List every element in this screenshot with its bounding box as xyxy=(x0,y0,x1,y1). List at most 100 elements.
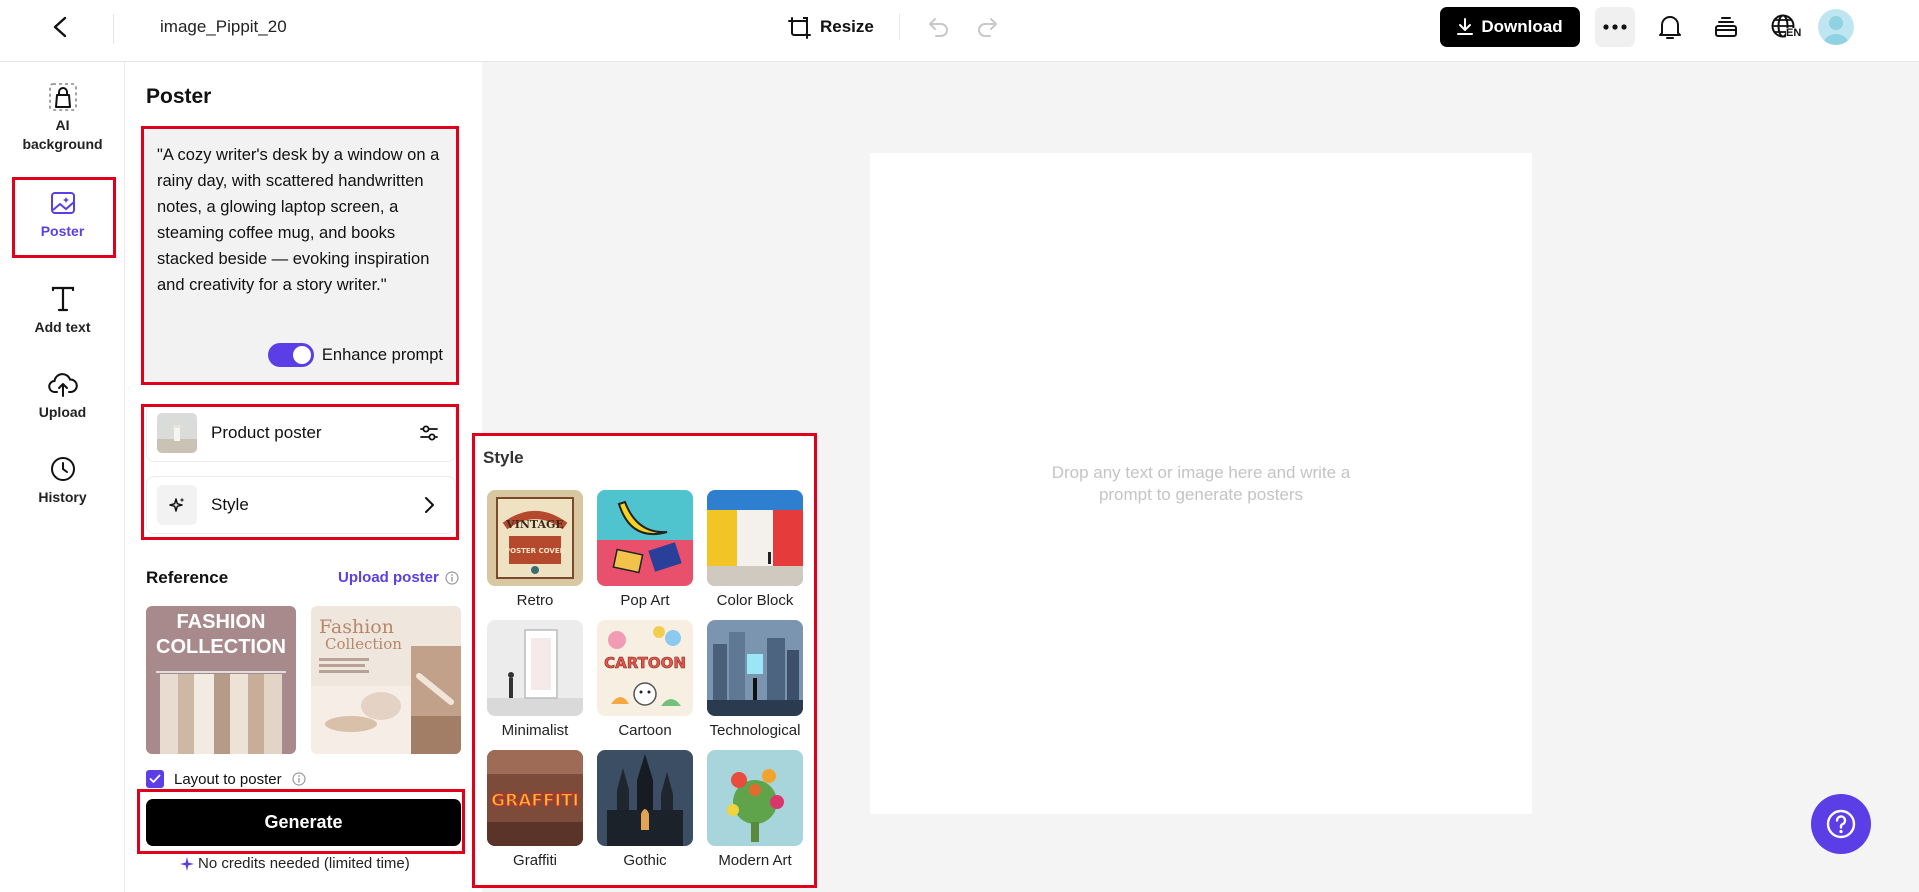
style-label: Retro xyxy=(516,592,554,609)
style-label: Cartoon xyxy=(618,722,672,739)
prompt-text[interactable]: "A cozy writer's desk by a window on a r… xyxy=(157,142,443,298)
thumbnail-text: VINTAGE xyxy=(505,518,564,531)
style-label: Graffiti xyxy=(513,852,557,869)
artboard[interactable]: Drop any text or image here and write a … xyxy=(870,153,1532,814)
reference-text: FASHION xyxy=(177,611,266,633)
reference-card[interactable]: Fashion Collection xyxy=(311,606,461,754)
toggle-knob xyxy=(292,346,311,364)
enhance-prompt-control: Enhance prompt xyxy=(267,343,443,367)
text-icon xyxy=(48,284,78,314)
help-button[interactable] xyxy=(1811,794,1871,854)
sparkle-icon xyxy=(180,856,194,871)
style-label: Style xyxy=(211,495,249,514)
thumbnail-text: CARTOON xyxy=(604,654,686,672)
resize-label: Resize xyxy=(820,17,874,36)
product-poster-option[interactable]: Product poster xyxy=(146,404,456,462)
sparkle-icon xyxy=(157,485,197,525)
credits-note-text: No credits needed (limited time) xyxy=(198,855,410,872)
resize-icon xyxy=(788,17,811,39)
layout-label: Layout to poster xyxy=(174,770,282,788)
reference-card[interactable]: FASHION COLLECTION xyxy=(146,606,296,754)
drop-hint-line2: prompt to generate posters xyxy=(1098,485,1304,504)
product-poster-label: Product poster xyxy=(211,423,322,442)
undo-button[interactable] xyxy=(924,12,954,42)
language-badge: EN xyxy=(1786,27,1802,39)
download-button[interactable]: Download xyxy=(1440,7,1580,47)
nav-label: AI background xyxy=(22,117,103,152)
upload-icon xyxy=(47,369,78,399)
more-horizontal-icon xyxy=(1603,24,1627,30)
style-thumbnail: VINTAGE POSTER COVER xyxy=(487,490,583,586)
style-option-cartoon[interactable]: CARTOON Cartoon xyxy=(597,620,693,739)
notifications-button[interactable] xyxy=(1654,11,1686,43)
user-avatar-icon xyxy=(1823,16,1849,45)
layout-checkbox[interactable] xyxy=(146,770,164,788)
download-label: Download xyxy=(1481,17,1563,36)
adjust-icon[interactable] xyxy=(417,421,441,445)
upload-poster-label: Upload poster xyxy=(338,569,439,586)
info-icon[interactable] xyxy=(445,570,459,585)
more-options-button[interactable] xyxy=(1595,7,1635,47)
style-thumbnail: GRAFFITI xyxy=(487,750,583,846)
style-option-technological[interactable]: Technological xyxy=(707,620,803,739)
layout-to-poster-option: Layout to poster xyxy=(146,770,306,788)
upload-poster-link[interactable]: Upload poster xyxy=(338,569,459,586)
style-thumbnail xyxy=(597,750,693,846)
style-option-gothic[interactable]: Gothic xyxy=(597,750,693,869)
style-option-modern-art[interactable]: Modern Art xyxy=(707,750,803,869)
avatar[interactable] xyxy=(1818,9,1854,45)
nav-label: Add text xyxy=(34,319,91,335)
style-option[interactable]: Style xyxy=(146,476,456,534)
poster-panel: Poster "A cozy writer's desk by a window… xyxy=(126,62,481,892)
chevron-left-icon xyxy=(53,16,67,38)
generate-button[interactable]: Generate xyxy=(146,799,461,846)
language-button[interactable]: EN xyxy=(1764,11,1804,43)
style-popover-title: Style xyxy=(483,448,524,467)
clock-icon xyxy=(48,454,78,484)
product-poster-thumbnail xyxy=(157,413,197,453)
chevron-right-icon xyxy=(417,493,441,517)
style-label: Technological xyxy=(709,722,801,739)
redo-button[interactable] xyxy=(972,12,1002,42)
layers-button[interactable] xyxy=(1710,11,1742,43)
info-icon[interactable] xyxy=(291,772,306,786)
prompt-input[interactable]: "A cozy writer's desk by a window on a r… xyxy=(143,128,457,383)
reference-text: Collection xyxy=(325,635,402,653)
nav-item-upload[interactable]: Upload xyxy=(0,369,125,422)
undo-icon xyxy=(929,18,948,37)
style-thumbnail xyxy=(707,750,803,846)
thumbnail-text: GRAFFITI xyxy=(491,791,579,811)
style-thumbnail: CARTOON xyxy=(597,620,693,716)
enhance-prompt-toggle[interactable] xyxy=(267,343,314,367)
nav-item-poster[interactable]: Poster xyxy=(0,188,125,241)
style-option-minimalist[interactable]: Minimalist xyxy=(487,620,583,739)
drop-hint: Drop any text or image here and write a … xyxy=(870,462,1532,506)
file-name[interactable]: image_Pippit_20 xyxy=(160,17,287,37)
stack-icon xyxy=(1715,17,1737,37)
style-option-pop-art[interactable]: Pop Art xyxy=(597,490,693,609)
nav-label: Poster xyxy=(40,223,85,239)
resize-button[interactable]: Resize xyxy=(786,12,874,42)
back-button[interactable] xyxy=(46,12,76,42)
nav-item-history[interactable]: History xyxy=(0,454,125,507)
reference-title: Reference xyxy=(146,568,229,587)
redo-icon xyxy=(978,18,997,37)
nav-label: Upload xyxy=(38,404,87,420)
top-bar: image_Pippit_20 Resize Download EN xyxy=(0,0,1919,62)
nav-item-ai-background[interactable]: AI background xyxy=(0,82,125,154)
divider xyxy=(899,14,900,40)
question-icon xyxy=(1826,809,1856,839)
style-label: Pop Art xyxy=(620,592,670,609)
thumbnail-text: POSTER COVER xyxy=(505,547,566,555)
style-label: Modern Art xyxy=(718,852,792,869)
style-option-retro[interactable]: VINTAGE POSTER COVER Retro xyxy=(487,490,583,609)
style-option-graffiti[interactable]: GRAFFITI Graffiti xyxy=(487,750,583,869)
panel-title: Poster xyxy=(146,85,212,108)
style-thumbnail xyxy=(597,490,693,586)
drop-hint-line1: Drop any text or image here and write a xyxy=(1051,463,1351,482)
divider xyxy=(113,14,114,44)
credits-note: No credits needed (limited time) xyxy=(180,855,410,872)
enhance-prompt-label: Enhance prompt xyxy=(321,345,443,364)
style-option-color-block[interactable]: Color Block xyxy=(707,490,803,609)
nav-item-add-text[interactable]: Add text xyxy=(0,284,125,337)
